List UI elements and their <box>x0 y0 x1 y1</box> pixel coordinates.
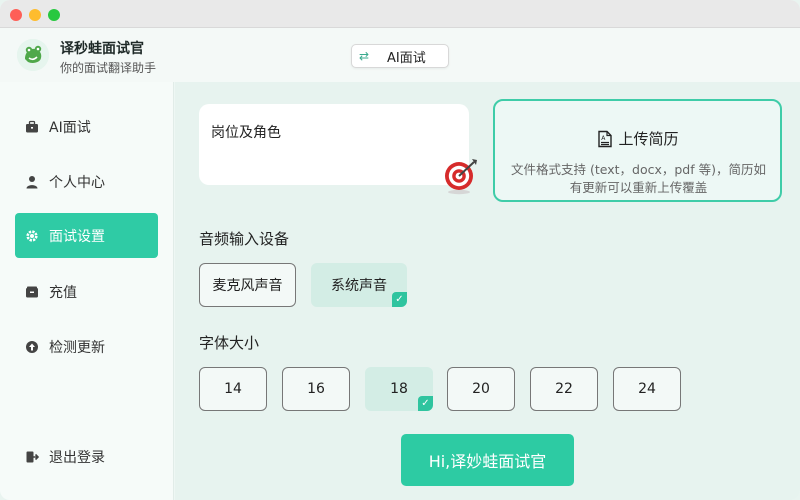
briefcase-icon <box>25 120 39 134</box>
app-name: 译秒蛙面试官 <box>60 41 144 57</box>
title-bar <box>0 0 800 28</box>
font-size-option-16[interactable]: 16 <box>282 367 350 411</box>
target-icon <box>445 159 477 195</box>
sidebar-item-profile[interactable]: 个人中心 <box>15 159 158 204</box>
close-window-button[interactable] <box>10 9 22 21</box>
upload-resume-title: 上传简历 <box>618 130 679 148</box>
sidebar-item-label: 充值 <box>49 284 77 301</box>
checkmark-icon: ✓ <box>418 396 433 411</box>
upload-resume-description: 文件格式支持 (text，docx，pdf 等)，简历如有更新可以重新上传覆盖 <box>511 162 766 195</box>
sidebar-item-ai-interview[interactable]: AI面试 <box>15 104 158 149</box>
role-card-title: 岗位及角色 <box>211 125 281 141</box>
frog-logo-icon <box>17 39 49 71</box>
font-size-option-14[interactable]: 14 <box>199 367 267 411</box>
swap-icon: ⇄ <box>359 49 370 63</box>
sidebar-item-label: AI面试 <box>49 119 91 136</box>
upload-resume-header: A 上传简历 <box>495 128 780 149</box>
logout-button[interactable]: 退出登录 <box>15 434 158 479</box>
sidebar-item-interview-settings[interactable]: 面试设置 <box>15 213 158 258</box>
audio-option-microphone[interactable]: 麦克风声音 <box>199 263 296 307</box>
app-header: 译秒蛙面试官 你的面试翻译助手 ⇄ AI面试 <box>0 28 800 82</box>
role-card[interactable]: 岗位及角色 <box>199 104 477 195</box>
checkmark-icon: ✓ <box>392 292 407 307</box>
wallet-icon <box>25 285 39 299</box>
font-size-label: 字体大小 <box>199 334 260 352</box>
zoom-window-button[interactable] <box>48 9 60 21</box>
logout-label: 退出登录 <box>49 449 105 466</box>
svg-text:A: A <box>602 135 607 142</box>
app-window: 译秒蛙面试官 你的面试翻译助手 ⇄ AI面试 AI面试 个人中心 面试设置 充值… <box>0 0 800 500</box>
app-subtitle: 你的面试翻译助手 <box>60 61 157 75</box>
mode-label: AI面试 <box>387 50 426 66</box>
font-size-option-label: 14 <box>224 381 242 397</box>
gear-icon <box>25 229 39 243</box>
sidebar-item-recharge[interactable]: 充值 <box>15 269 158 314</box>
font-size-option-18[interactable]: 18 ✓ <box>365 367 433 411</box>
upload-circle-icon <box>25 340 39 354</box>
sidebar: AI面试 个人中心 面试设置 充值 检测更新 退出登录 <box>0 82 174 500</box>
minimize-window-button[interactable] <box>29 9 41 21</box>
font-size-option-label: 20 <box>472 381 490 397</box>
sidebar-item-check-update[interactable]: 检测更新 <box>15 324 158 369</box>
font-size-option-label: 16 <box>307 381 325 397</box>
font-size-option-label: 22 <box>555 381 573 397</box>
settings-panel: 岗位及角色 A 上传简历 文件格式支持 (text，docx，pdf 等)，简历… <box>175 82 800 500</box>
start-interview-button[interactable]: Hi,译妙蛙面试官 <box>401 434 574 486</box>
audio-option-system[interactable]: 系统声音 ✓ <box>311 263 407 307</box>
audio-option-label: 麦克风声音 <box>212 278 283 294</box>
resume-document-icon: A <box>598 130 613 147</box>
sidebar-item-label: 面试设置 <box>49 228 105 245</box>
audio-option-label: 系统声音 <box>331 278 387 294</box>
audio-input-label: 音频输入设备 <box>199 230 290 248</box>
sidebar-item-label: 检测更新 <box>49 339 105 356</box>
font-size-option-20[interactable]: 20 <box>447 367 515 411</box>
sidebar-item-label: 个人中心 <box>49 174 105 191</box>
font-size-option-22[interactable]: 22 <box>530 367 598 411</box>
font-size-option-24[interactable]: 24 <box>613 367 681 411</box>
font-size-option-label: 18 <box>390 381 408 397</box>
person-icon <box>25 175 39 189</box>
upload-resume-card[interactable]: A 上传简历 文件格式支持 (text，docx，pdf 等)，简历如有更新可以… <box>493 99 782 202</box>
font-size-option-label: 24 <box>638 381 656 397</box>
logout-icon <box>25 450 39 464</box>
mode-switch-button[interactable]: ⇄ AI面试 <box>351 44 449 68</box>
